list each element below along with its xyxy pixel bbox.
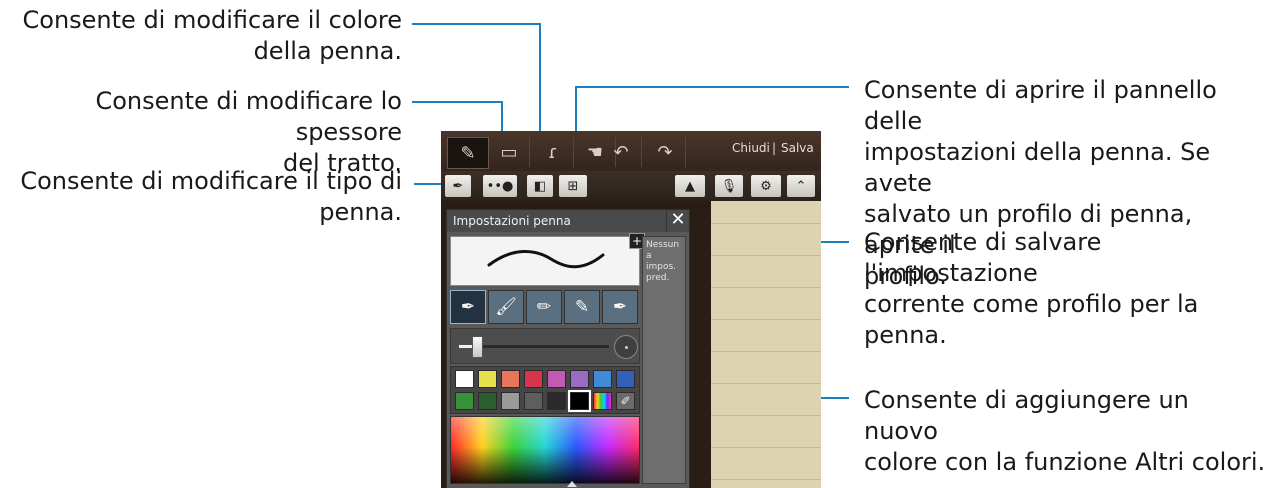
color-button[interactable]: ◧ [527,175,553,197]
pen-settings-icon: ⊞ [567,178,579,194]
eraser-tool-button[interactable]: ▭ [489,137,530,167]
color-swatch[interactable] [455,370,474,388]
leader-settings-h [576,86,849,88]
pen-type-icon: ✒ [452,178,464,194]
shape-icon: ▲ [685,178,695,194]
callout-thickness-line1: Consente di modificare lo spessore [95,87,402,146]
chevron-up-icon: ⌃ [795,178,807,194]
eyedropper-icon: ✐ [620,394,631,408]
color-swatch[interactable] [568,390,591,412]
insert-button[interactable]: ⚙ [751,175,781,197]
callout-settings-line1: Consente di aprire il pannello delle [864,76,1217,135]
leader-color-h [412,23,540,25]
undo-button[interactable]: ↶ [601,137,642,167]
undo-icon: ↶ [613,141,629,163]
color-swatch[interactable] [524,392,543,410]
pen-pencil-tile[interactable]: ✏ [526,290,562,324]
note-line [711,479,821,480]
thickness-slider-thumb[interactable] [472,336,483,358]
color-swatch[interactable] [524,370,543,388]
pen-settings-button[interactable]: ⊞ [559,175,587,197]
pen-brush-tile[interactable]: 🖌 [488,290,524,324]
pen-fountain-tile[interactable]: ✒ [450,290,486,324]
callout-pen-type-line1: Consente di modificare il tipo di [20,167,402,195]
color-swatch[interactable] [570,370,589,388]
redo-button[interactable]: ↷ [645,137,686,167]
pen-options-bar: ✒ ••● ◧ ⊞ ▲ 🎙 ⚙ ⌃ [441,171,821,201]
eyedropper-button[interactable]: ✐ [616,392,635,410]
color-swatch[interactable] [478,392,497,410]
color-swatch[interactable] [501,392,520,410]
pen-type-button[interactable]: ✒ [445,175,471,197]
pen-marker-tile[interactable]: ✎ [564,290,600,324]
color-swatch[interactable] [501,370,520,388]
note-line [711,319,821,320]
leader-thickness-h [412,101,503,103]
close-note-button[interactable]: Chiudi [732,141,770,155]
toolbar-divider: | [772,141,777,155]
s-note-screen: ✎ ▭ ɾ ☚ ↶ ↷ Chiudi | Salva ✒ ••● ◧ ⊞ ▲ 🎙… [441,131,821,488]
color-spectrum-picker[interactable] [450,416,640,484]
note-line [711,415,821,416]
panel-title: Impostazioni penna [447,210,689,232]
thickness-slider-row [450,328,640,364]
note-line [711,383,821,384]
pen-icon: ✎ [460,142,476,164]
redo-icon: ↷ [657,141,673,163]
close-icon[interactable]: ✕ [666,210,689,232]
callout-save-line2: corrente come profilo per la penna. [864,290,1199,349]
callout-addcolor-line2: colore con la funzione Altri colori. [864,448,1266,476]
color-palette: ✐ [450,366,640,414]
note-page[interactable] [711,201,821,488]
pen-profiles-list[interactable]: Nessun a impos. pred. [642,236,686,484]
color-swatch[interactable] [547,370,566,388]
recognition-button[interactable]: ▲ [675,175,705,197]
color-swatch[interactable] [616,370,635,388]
callout-add-color: Consente di aggiungere un nuovo colore c… [864,385,1269,478]
insert-icon: ⚙ [760,178,772,194]
pen-calligraphy-tile[interactable]: ✒ [602,290,638,324]
callout-save-line1: Consente di salvare l'impostazione [864,228,1102,287]
callout-addcolor-line1: Consente di aggiungere un nuovo [864,386,1189,445]
note-line [711,447,821,448]
pen-type-selector: ✒ 🖌 ✏ ✎ ✒ [450,290,638,324]
eraser-icon: ▭ [500,141,518,163]
save-note-button[interactable]: Salva [781,141,814,155]
collapse-button[interactable]: ⌃ [787,175,815,197]
color-swatch[interactable] [547,392,566,410]
color-swatch[interactable] [593,370,612,388]
note-line [711,255,821,256]
callout-settings-line2: impostazioni della penna. Se avete [864,138,1211,197]
callout-color-line1: Consente di modificare il colore [22,6,403,34]
note-line [711,287,821,288]
thickness-button[interactable]: ••● [483,175,517,197]
callout-save-profile: Consente di salvare l'impostazione corre… [864,227,1269,351]
more-colors-swatch[interactable] [593,392,612,410]
thickness-preview-dot [614,335,638,359]
expand-arrow-icon[interactable] [567,481,577,487]
lasso-tool-button[interactable]: ɾ [533,137,574,167]
main-toolbar: ✎ ▭ ɾ ☚ ↶ ↷ Chiudi | Salva [441,131,821,171]
voice-button[interactable]: 🎙 [715,175,743,197]
stroke-sample [487,249,605,269]
callout-color: Consente di modificare il colore della p… [0,5,403,67]
note-line [711,351,821,352]
color-swatch[interactable] [478,370,497,388]
callout-pen-type-line2: penna. [319,198,402,226]
pen-settings-panel: Impostazioni penna ✕ + Nessun a impos. p… [446,209,690,488]
stroke-preview [450,236,640,286]
note-line [711,223,821,224]
thickness-icon: ••● [486,178,514,194]
pen-tool-button[interactable]: ✎ [447,137,489,169]
lasso-icon: ɾ [548,141,558,163]
microphone-icon: 🎙 [720,178,738,194]
callout-pen-type: Consente di modificare il tipo di penna. [0,166,402,228]
palette-icon: ◧ [533,178,547,194]
callout-color-line2: della penna. [253,37,402,65]
color-swatch[interactable] [455,392,474,410]
